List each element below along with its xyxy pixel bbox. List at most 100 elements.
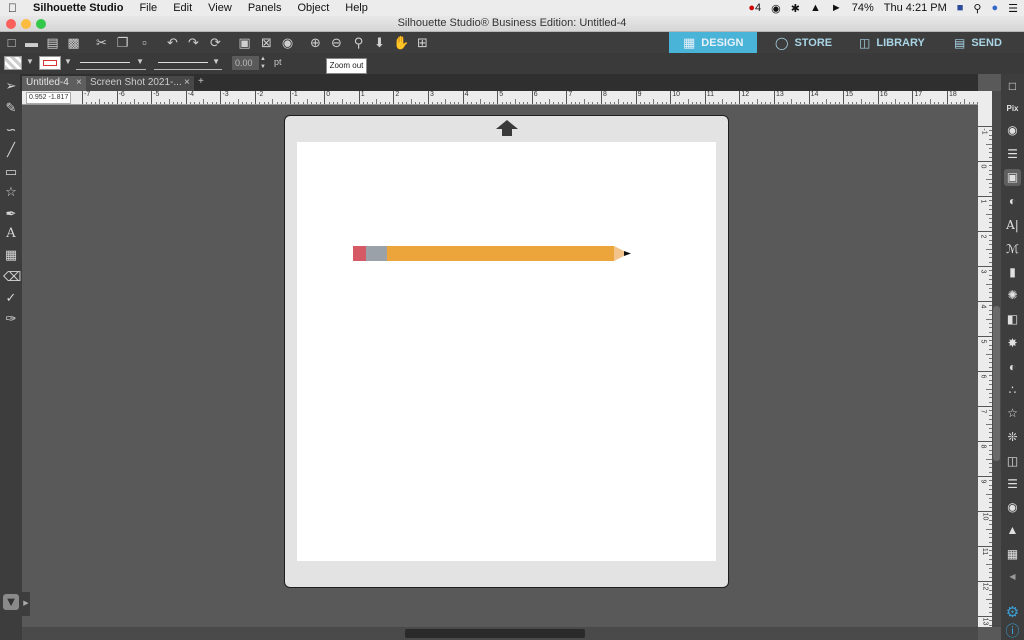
- user-alert-icon[interactable]: ●4: [748, 2, 761, 14]
- point-edit-tool-icon[interactable]: ✎: [3, 100, 19, 116]
- curve-tool-icon[interactable]: ∽: [3, 122, 19, 138]
- tab-design[interactable]: ▦ DESIGN: [669, 32, 757, 53]
- clock[interactable]: Thu 4:21 PM: [884, 2, 947, 14]
- pixscan-icon[interactable]: Pix: [1004, 100, 1021, 117]
- rectangle-tool-icon[interactable]: ▭: [3, 164, 19, 180]
- tab-store[interactable]: ◯ STORE: [761, 32, 849, 53]
- weld-icon[interactable]: ☰: [1004, 476, 1021, 493]
- search-icon[interactable]: ⚲: [973, 2, 981, 15]
- wifi-icon[interactable]: ▲: [810, 2, 821, 14]
- star-tool-icon[interactable]: ☆: [3, 184, 19, 200]
- zoom-in-icon[interactable]: ⊕: [307, 34, 324, 51]
- pen-tool-icon[interactable]: ✒: [3, 206, 19, 222]
- add-page-icon[interactable]: ⊞: [414, 34, 431, 51]
- add-tab-button[interactable]: +: [198, 76, 204, 87]
- redo-icon[interactable]: ↷: [185, 34, 202, 51]
- collapse-panel-arrow-icon[interactable]: ◀: [1004, 568, 1021, 585]
- nesting-icon[interactable]: ▦: [1004, 546, 1021, 563]
- replicate-icon[interactable]: ✺: [1004, 287, 1021, 304]
- text-tool-icon[interactable]: A: [3, 226, 19, 242]
- doc-tab-screenshot[interactable]: Screen Shot 2021-...: [86, 76, 194, 91]
- layers-icon[interactable]: ◫: [1004, 453, 1021, 470]
- fill-color-icon[interactable]: ◉: [1004, 122, 1021, 139]
- tab-send[interactable]: ▤ SEND: [940, 32, 1024, 53]
- close-tab-icon[interactable]: ×: [184, 77, 190, 88]
- pencil-ferrule[interactable]: [366, 246, 387, 261]
- new-document-icon[interactable]: □: [3, 34, 20, 51]
- menu-app-name[interactable]: Silhouette Studio: [25, 2, 131, 14]
- menu-object[interactable]: Object: [289, 2, 337, 14]
- creative-cloud-icon[interactable]: ◉: [771, 2, 781, 15]
- help-icon[interactable]: ⓘ: [1004, 623, 1021, 640]
- pencil-shape[interactable]: [353, 244, 643, 264]
- apple-icon[interactable]: : [0, 1, 25, 15]
- pencil-lead[interactable]: [624, 251, 631, 256]
- line-join-select[interactable]: ▼: [154, 56, 222, 70]
- redraw-icon[interactable]: ⟳: [207, 34, 224, 51]
- vertical-scrollbar[interactable]: [992, 91, 1001, 627]
- offset-icon[interactable]: ✸: [1004, 335, 1021, 352]
- line-tool-icon[interactable]: ╱: [3, 142, 19, 158]
- print-icon[interactable]: ▩: [65, 34, 82, 51]
- sketch-icon[interactable]: ∴: [1004, 382, 1021, 399]
- pencil-body[interactable]: [387, 246, 614, 261]
- eraser-tool-icon[interactable]: ⌫: [3, 269, 21, 285]
- siri-icon[interactable]: ●: [991, 2, 998, 14]
- open-folder-icon[interactable]: ▬: [23, 34, 40, 51]
- knife-tool-icon[interactable]: ✓: [3, 290, 19, 306]
- bluetooth-icon[interactable]: ✱: [791, 2, 800, 15]
- line-color-dropdown-arrow-icon[interactable]: ▼: [64, 57, 72, 66]
- flag-icon[interactable]: ■: [957, 2, 964, 14]
- menu-file[interactable]: File: [131, 2, 165, 14]
- warp-icon[interactable]: ▲: [1004, 522, 1021, 539]
- align-icon[interactable]: ▮: [1004, 264, 1021, 281]
- text-path-icon[interactable]: ℳ: [1004, 241, 1021, 258]
- expand-panel-arrow-icon[interactable]: ▶: [22, 592, 30, 616]
- trace-icon[interactable]: ◐: [1004, 359, 1021, 376]
- vertical-scroll-thumb[interactable]: [993, 306, 1000, 461]
- eyedropper-tool-icon[interactable]: ✑: [3, 311, 19, 327]
- control-center-icon[interactable]: ☰: [1008, 2, 1018, 15]
- design-page[interactable]: [297, 142, 716, 561]
- page-setup-icon[interactable]: □: [1004, 78, 1021, 95]
- pencil-eraser[interactable]: [353, 246, 366, 261]
- cut-icon[interactable]: ✂: [93, 34, 110, 51]
- line-color-swatch[interactable]: [39, 56, 61, 70]
- save-icon[interactable]: ▤: [44, 34, 61, 51]
- volume-icon[interactable]: ►: [831, 2, 842, 14]
- menu-help[interactable]: Help: [337, 2, 376, 14]
- menu-edit[interactable]: Edit: [165, 2, 200, 14]
- tab-library[interactable]: ◫ LIBRARY: [845, 32, 933, 53]
- thickness-stepper-icon[interactable]: ▲ ▼: [260, 55, 266, 71]
- undo-icon[interactable]: ↶: [164, 34, 181, 51]
- menu-panels[interactable]: Panels: [240, 2, 290, 14]
- menu-view[interactable]: View: [200, 2, 240, 14]
- contrast-icon[interactable]: ◐: [1004, 193, 1021, 210]
- paste-icon[interactable]: ▫: [136, 34, 153, 51]
- fill-tool-icon[interactable]: ▦: [3, 247, 19, 263]
- battery-status[interactable]: 74%: [852, 2, 874, 14]
- fit-to-page-icon[interactable]: ⬇: [371, 34, 388, 51]
- line-style-select[interactable]: ▼: [76, 56, 146, 70]
- modify-icon[interactable]: ◧: [1004, 311, 1021, 328]
- copy-icon[interactable]: ❐: [114, 34, 131, 51]
- text-style-icon[interactable]: A|: [1004, 217, 1021, 234]
- fill-swatch[interactable]: [4, 56, 22, 70]
- zoom-out-icon[interactable]: ⊖: [328, 34, 345, 51]
- fill-dropdown-arrow-icon[interactable]: ▼: [26, 57, 34, 66]
- library-drawer-icon[interactable]: ▼: [3, 594, 19, 610]
- horizontal-scroll-thumb[interactable]: [405, 629, 585, 638]
- rhinestone-icon[interactable]: ☆: [1004, 405, 1021, 422]
- line-color-icon[interactable]: ☰: [1004, 146, 1021, 163]
- horizontal-scrollbar[interactable]: [22, 627, 978, 640]
- image-effects-icon[interactable]: ▣: [1004, 169, 1021, 186]
- zoom-select-icon[interactable]: ⚲: [350, 34, 367, 51]
- group-icon[interactable]: ▣: [236, 34, 253, 51]
- settings-gear-icon[interactable]: ⚙: [1004, 604, 1021, 621]
- puzzle-icon[interactable]: ❊: [1004, 429, 1021, 446]
- emboss-icon[interactable]: ◉: [1004, 499, 1021, 516]
- compound-path-icon[interactable]: ◉: [279, 34, 296, 51]
- pan-hand-icon[interactable]: ✋: [393, 34, 410, 51]
- close-tab-icon[interactable]: ×: [76, 77, 82, 88]
- select-tool-icon[interactable]: ➢: [3, 78, 19, 94]
